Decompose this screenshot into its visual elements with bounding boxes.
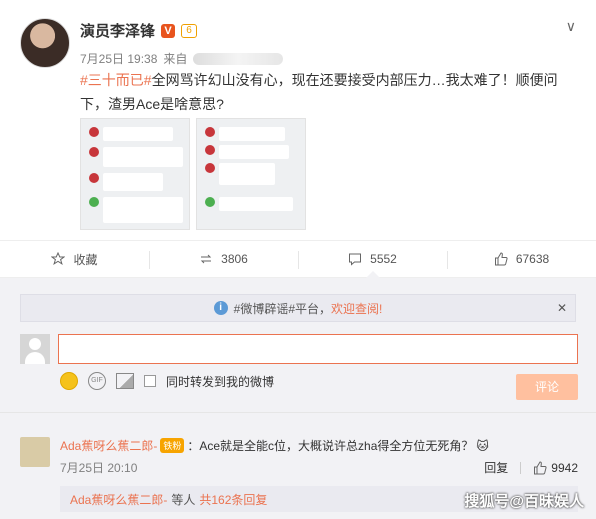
submit-comment-button[interactable]: 评论 xyxy=(516,374,578,400)
hashtag-link[interactable]: #三十而已# xyxy=(80,72,152,88)
share-label: 同时转发到我的微博 xyxy=(166,374,275,389)
post-meta: 7月25日 19:38 来自 xyxy=(80,50,284,67)
post-body: 全网骂许幻山没有心，现在还要接受内部压力…我太难了！顺便问下，渣男Ace是啥意思… xyxy=(80,72,558,112)
favorite-label: 收藏 xyxy=(73,252,98,267)
verified-icon: V xyxy=(161,23,176,38)
repost-count: 3806 xyxy=(221,252,248,266)
comment-like-button[interactable]: 9942 xyxy=(533,461,578,475)
comment-date: 7月25日 20:10 xyxy=(60,461,138,475)
commenter-name[interactable]: Ada蕉呀么蕉二郎- xyxy=(60,437,157,454)
comment-tools: GIF 同时转发到我的微博 xyxy=(60,372,274,390)
author-row: 演员李泽锋 V 6 xyxy=(80,20,198,41)
close-icon[interactable]: ✕ xyxy=(557,301,567,315)
chevron-down-icon[interactable]: ∨ xyxy=(566,18,576,35)
post-image[interactable] xyxy=(80,118,190,230)
post-image[interactable] xyxy=(196,118,306,230)
author-avatar[interactable] xyxy=(20,18,70,68)
comment-area: i #微博辟谣#平台， 欢迎查阅! ✕ GIF 同时转发到我的微博 评论 Ada… xyxy=(0,278,596,519)
reply-button[interactable]: 回复 xyxy=(484,459,508,476)
sub-reply-user[interactable]: Ada蕉呀么蕉二郎- xyxy=(70,491,167,508)
post-text: #三十而已#全网骂许幻山没有心，现在还要接受内部压力…我太难了！顺便问下，渣男A… xyxy=(80,68,570,116)
commenter-avatar[interactable] xyxy=(20,437,50,467)
comment-item: Ada蕉呀么蕉二郎- 铁粉 ：Ace就是全能c位，大概说许总zha得全方位无死角… xyxy=(0,412,596,482)
thumbs-up-icon xyxy=(534,460,547,474)
repost-button[interactable]: 3806 xyxy=(149,241,298,277)
divider xyxy=(520,461,522,474)
star-icon xyxy=(51,252,66,265)
comment-like-count: 9942 xyxy=(551,460,578,475)
comment-button[interactable]: 5552 xyxy=(298,241,447,277)
like-count: 67638 xyxy=(515,252,550,266)
thumbs-up-icon xyxy=(494,252,508,266)
like-button[interactable]: 67638 xyxy=(447,241,596,277)
share-checkbox[interactable] xyxy=(144,375,156,387)
post-timestamp[interactable]: 7月25日 19:38 xyxy=(80,50,157,67)
weibo-post: 演员李泽锋 V 6 ∨ 7月25日 19:38 来自 #三十而已#全网骂许幻山没… xyxy=(0,0,596,240)
watermark: 搜狐号@百昧娱人 xyxy=(464,493,584,510)
member-level-icon: 6 xyxy=(181,23,198,38)
image-icon[interactable] xyxy=(116,373,134,389)
notice-text: #微博辟谣#平台， xyxy=(233,301,331,316)
comment-body: ：Ace就是全能c位，大概说许总zha得全方位无死角？ xyxy=(187,439,474,453)
current-user-avatar xyxy=(20,334,50,364)
sub-reply-count[interactable]: 共162条回复 xyxy=(199,491,267,508)
comment-actions: 回复 9942 xyxy=(484,459,578,476)
action-bar: 收藏 3806 5552 67638 xyxy=(0,240,596,278)
emoji-sticker-icon: 🐱 xyxy=(476,438,489,453)
author-name[interactable]: 演员李泽锋 xyxy=(80,20,155,41)
comment-text: Ada蕉呀么蕉二郎- 铁粉 ：Ace就是全能c位，大概说许总zha得全方位无死角… xyxy=(60,437,489,454)
favorite-button[interactable]: 收藏 xyxy=(0,241,149,277)
gif-icon[interactable]: GIF xyxy=(88,372,106,390)
repost-icon xyxy=(200,254,212,264)
comment-icon xyxy=(349,253,362,266)
rumor-notice: i #微博辟谣#平台， 欢迎查阅! ✕ xyxy=(20,294,576,322)
sub-reply-middle: 等人 xyxy=(171,492,196,507)
blurred-source xyxy=(193,52,284,65)
comment-input[interactable] xyxy=(58,334,578,364)
notice-link[interactable]: 欢迎查阅! xyxy=(331,300,382,317)
post-images xyxy=(80,118,306,230)
post-source-prefix: 来自 xyxy=(163,52,188,66)
fan-badge: 铁粉 xyxy=(160,438,185,453)
info-icon: i xyxy=(213,301,228,315)
emoji-icon[interactable] xyxy=(60,372,78,390)
comment-count: 5552 xyxy=(370,252,397,266)
